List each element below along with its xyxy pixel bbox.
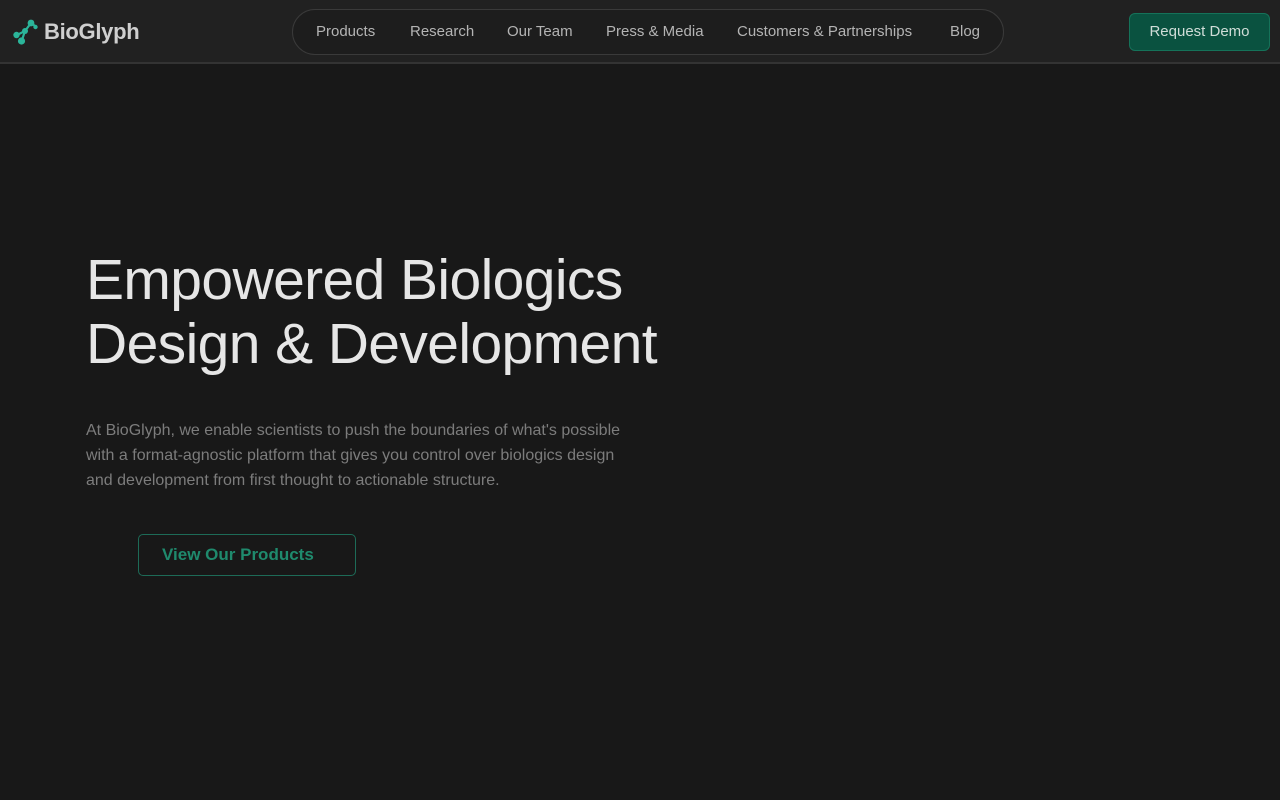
nav-item-products[interactable]: Products	[316, 10, 375, 54]
hero-title-line: Design & Development	[86, 312, 658, 376]
main-nav: Products Research Our Team Press & Media…	[292, 9, 1004, 55]
hero-description-line: and development from first thought to ac…	[86, 472, 500, 489]
hero-description: At BioGlyph, we enable scientists to pus…	[86, 418, 666, 493]
view-products-button[interactable]: View Our Products	[138, 534, 356, 576]
hero-title: Empowered Biologics Design & Development	[86, 248, 726, 376]
molecule-icon	[13, 19, 38, 45]
hero-title-line: Empowered Biologics	[86, 248, 623, 312]
hero-description-line: with a format-agnostic platform that giv…	[86, 447, 615, 464]
brand-logo-link[interactable]: BioGlyph	[12, 18, 140, 46]
nav-item-press-media[interactable]: Press & Media	[606, 10, 704, 54]
hero-description-line: At BioGlyph, we enable scientists to pus…	[86, 422, 621, 439]
nav-item-customers-partnerships[interactable]: Customers & Partnerships	[737, 10, 912, 54]
brand-name: BioGlyph	[44, 19, 140, 44]
nav-item-blog[interactable]: Blog	[950, 10, 980, 54]
top-navigation-bar: BioGlyph Products Research Our Team Pres…	[0, 0, 1280, 64]
nav-item-our-team[interactable]: Our Team	[507, 10, 573, 54]
nav-item-research[interactable]: Research	[410, 10, 474, 54]
request-demo-button[interactable]: Request Demo	[1129, 13, 1270, 51]
